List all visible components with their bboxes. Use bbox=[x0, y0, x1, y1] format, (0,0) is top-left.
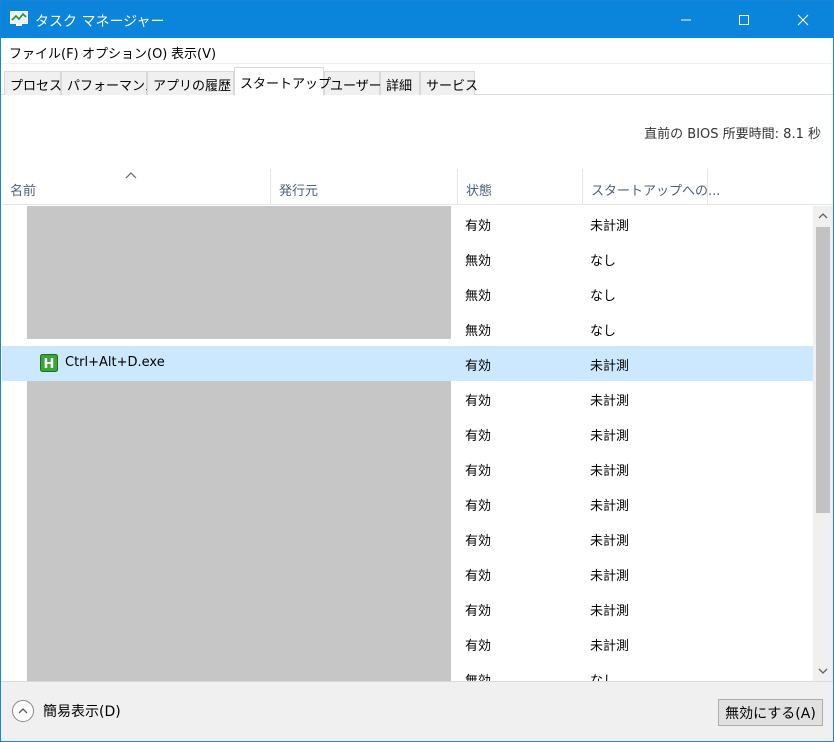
column-header: 名前 発行元 状態 スタートアップへの... bbox=[2, 169, 833, 205]
impact-cell: 未計測 bbox=[590, 359, 630, 374]
tab-details[interactable]: 詳細 bbox=[380, 71, 420, 95]
minimize-icon bbox=[681, 19, 691, 20]
close-button[interactable] bbox=[780, 1, 826, 38]
startup-list: 有効 未計測 無効 なし 無効 なし 無効 なし H Ctrl+Alt+D.ex… bbox=[2, 206, 813, 681]
footer: 簡易表示(D) 無効にする(A) bbox=[1, 681, 833, 741]
status-cell: 無効 bbox=[465, 254, 492, 269]
impact-cell: 未計測 bbox=[590, 604, 630, 619]
column-name[interactable]: 名前 bbox=[2, 169, 271, 205]
table-row[interactable]: 無効 なし bbox=[2, 276, 813, 311]
table-row[interactable]: 有効 未計測 bbox=[2, 451, 813, 486]
status-cell: 有効 bbox=[465, 394, 492, 409]
status-cell: 有効 bbox=[465, 464, 492, 479]
column-publisher[interactable]: 発行元 bbox=[271, 169, 458, 205]
scrollbar-thumb[interactable] bbox=[816, 227, 830, 513]
table-row[interactable]: 有効 未計測 bbox=[2, 626, 813, 661]
column-startup-impact-label: スタートアップへの... bbox=[591, 184, 721, 199]
menu-view[interactable]: 表示(V) bbox=[171, 43, 216, 62]
status-cell: 無効 bbox=[465, 324, 492, 339]
tab-processes[interactable]: プロセス bbox=[4, 71, 62, 95]
status-cell: 有効 bbox=[465, 359, 492, 374]
menu-file[interactable]: ファイル(F) bbox=[9, 43, 79, 62]
disable-button[interactable]: 無効にする(A) bbox=[718, 699, 823, 726]
column-publisher-label: 発行元 bbox=[279, 184, 319, 199]
table-row[interactable]: 有効 未計測 bbox=[2, 206, 813, 241]
window-title: タスク マネージャー bbox=[35, 14, 165, 30]
table-row[interactable]: 無効 なし bbox=[2, 311, 813, 346]
fewer-details-label: 簡易表示(D) bbox=[43, 704, 121, 720]
impact-cell: 未計測 bbox=[590, 464, 630, 479]
maximize-button[interactable] bbox=[721, 1, 767, 38]
menu-bar: ファイル(F) オプション(O) 表示(V) bbox=[1, 38, 833, 64]
scroll-up-button[interactable] bbox=[813, 206, 833, 226]
table-row[interactable]: 有効 未計測 bbox=[2, 416, 813, 451]
task-manager-app-icon bbox=[10, 11, 28, 26]
column-status[interactable]: 状態 bbox=[458, 169, 583, 205]
status-cell: 無効 bbox=[465, 289, 492, 304]
impact-cell: 未計測 bbox=[590, 639, 630, 654]
status-cell: 有効 bbox=[465, 534, 492, 549]
status-cell: 有効 bbox=[465, 569, 492, 584]
title-bar[interactable]: タスク マネージャー bbox=[1, 1, 833, 38]
status-cell: 無効 bbox=[465, 670, 491, 681]
fewer-details-toggle[interactable]: 簡易表示(D) bbox=[12, 700, 121, 722]
status-cell: 有効 bbox=[465, 604, 492, 619]
name-cell: Ctrl+Alt+D.exe bbox=[65, 355, 165, 370]
status-cell: 有効 bbox=[465, 219, 492, 234]
column-status-label: 状態 bbox=[466, 184, 493, 199]
table-row[interactable]: 有効 未計測 bbox=[2, 556, 813, 591]
chevron-up-icon bbox=[818, 213, 828, 219]
collapse-circle-icon bbox=[12, 700, 34, 722]
impact-cell: 未計測 bbox=[590, 499, 630, 514]
impact-cell: なし bbox=[590, 254, 617, 269]
impact-cell: 未計測 bbox=[590, 219, 630, 234]
impact-cell: 未計測 bbox=[590, 429, 630, 444]
table-row[interactable]: 無効 なし bbox=[2, 661, 813, 681]
table-row[interactable]: 有効 未計測 bbox=[2, 521, 813, 556]
close-icon bbox=[797, 14, 809, 25]
tab-app-history[interactable]: アプリの履歴 bbox=[147, 71, 234, 95]
minimize-button[interactable] bbox=[663, 1, 709, 38]
svg-text:H: H bbox=[44, 357, 55, 372]
impact-cell: なし bbox=[590, 324, 617, 339]
column-name-label: 名前 bbox=[10, 184, 37, 199]
impact-cell: 未計測 bbox=[590, 394, 630, 409]
maximize-icon bbox=[739, 14, 749, 25]
bios-time-label: 直前の BIOS 所要時間: 8.1 秒 bbox=[644, 127, 821, 142]
column-startup-impact[interactable]: スタートアップへの... bbox=[583, 169, 720, 205]
table-row[interactable]: 無効 なし bbox=[2, 241, 813, 276]
table-row[interactable]: 有効 未計測 bbox=[2, 486, 813, 521]
menu-options[interactable]: オプション(O) bbox=[82, 43, 167, 62]
impact-cell: なし bbox=[590, 670, 616, 681]
task-manager-window: タスク マネージャー ファイル(F) オプション(O) 表示(V) プロセス パ… bbox=[0, 0, 834, 742]
tab-users[interactable]: ユーザー bbox=[324, 71, 382, 95]
impact-cell: なし bbox=[590, 289, 617, 304]
chevron-down-icon bbox=[818, 668, 828, 674]
impact-cell: 未計測 bbox=[590, 534, 630, 549]
scroll-down-button[interactable] bbox=[813, 661, 833, 681]
tab-bar: プロセス パフォーマンス アプリの履歴 スタートアップ ユーザー 詳細 サービス bbox=[1, 65, 833, 96]
status-cell: 有効 bbox=[465, 639, 492, 654]
tab-startup[interactable]: スタートアップ bbox=[234, 67, 331, 96]
table-row[interactable]: 有効 未計測 bbox=[2, 591, 813, 626]
tab-performance[interactable]: パフォーマンス bbox=[61, 71, 158, 95]
impact-cell: 未計測 bbox=[590, 569, 630, 584]
table-row[interactable]: 有効 未計測 bbox=[2, 381, 813, 416]
app-h-icon: H bbox=[40, 354, 58, 372]
vertical-scrollbar[interactable] bbox=[813, 206, 833, 681]
status-cell: 有効 bbox=[465, 499, 492, 514]
tab-services[interactable]: サービス bbox=[420, 71, 478, 95]
status-cell: 有効 bbox=[465, 429, 492, 444]
table-row-selected[interactable]: H Ctrl+Alt+D.exe 有効 未計測 bbox=[2, 346, 813, 381]
